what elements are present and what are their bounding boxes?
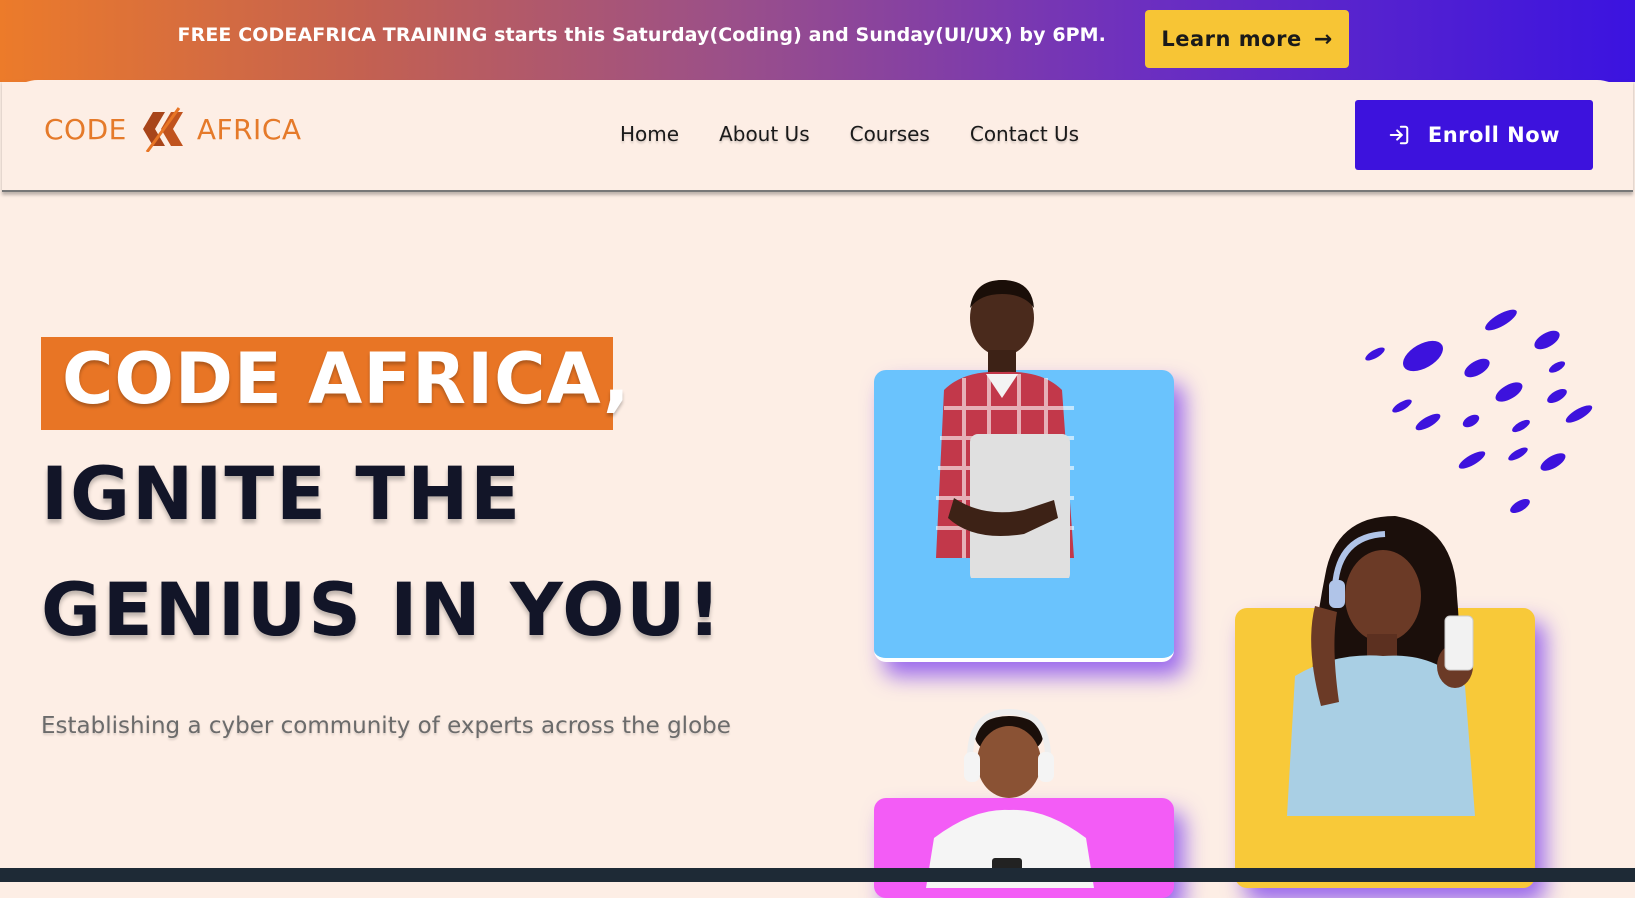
hero-title-line2: IGNITE THE xyxy=(41,452,523,537)
student-photo-man-laptop xyxy=(936,280,1074,578)
logo-text-africa: AFRICA xyxy=(196,112,302,146)
student-photo-card-1 xyxy=(874,280,1174,662)
enroll-now-button[interactable]: Enroll Now xyxy=(1355,100,1593,170)
student-photo-card-2 xyxy=(1235,516,1535,888)
login-arrow-icon xyxy=(1389,125,1409,145)
hero-title-line3: GENIUS IN YOU! xyxy=(41,568,723,653)
hero-subtitle: Establishing a cyber community of expert… xyxy=(41,713,731,739)
learn-more-button[interactable]: Learn more → xyxy=(1145,10,1349,68)
logo-text-code: CODE xyxy=(44,112,127,146)
nav-contact-us[interactable]: Contact Us xyxy=(970,122,1079,146)
student-photo-card-3 xyxy=(874,708,1174,898)
decorative-dots xyxy=(1365,309,1593,513)
learn-more-label: Learn more xyxy=(1161,27,1302,51)
nav-about-us[interactable]: About Us xyxy=(719,122,810,146)
arrow-right-icon: → xyxy=(1313,26,1333,52)
taskbar-strip xyxy=(0,868,1635,882)
logo[interactable]: CODE AFRICA xyxy=(44,106,302,152)
nav-home[interactable]: Home xyxy=(620,122,679,146)
student-photo-woman-phone xyxy=(1287,516,1475,816)
main-nav: Home About Us Courses Contact Us xyxy=(620,122,1079,146)
logo-mark-icon xyxy=(142,107,183,152)
nav-courses[interactable]: Courses xyxy=(850,122,930,146)
student-photo-man-headphones xyxy=(926,708,1094,888)
announcement-bar: FREE CODEAFRICA TRAINING starts this Sat… xyxy=(0,0,1635,82)
hero-title-line1: CODE AFRICA, xyxy=(62,338,631,420)
announcement-text: FREE CODEAFRICA TRAINING starts this Sat… xyxy=(177,24,1106,46)
navbar: CODE AFRICA Home About Us Courses Contac… xyxy=(2,80,1633,192)
enroll-now-label: Enroll Now xyxy=(1427,123,1561,147)
